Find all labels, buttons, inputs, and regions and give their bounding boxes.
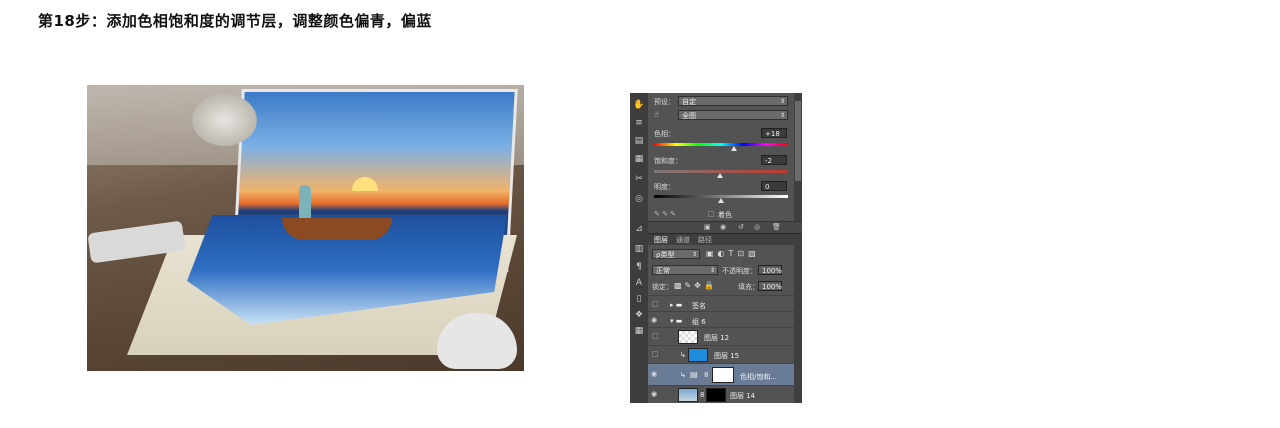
visibility-toggle[interactable] (652, 301, 658, 307)
chevron-down-icon: ⇕ (709, 267, 715, 274)
view-previous-icon[interactable]: ◉ (720, 223, 726, 231)
preset-dropdown[interactable]: 自定 ⇕ (678, 96, 788, 106)
clip-arrow-icon: ↳ (680, 351, 686, 359)
layer-row-hue-saturation[interactable]: ◉ ↳ ▤ 8 色相/饱和... (648, 363, 794, 385)
lightness-slider-knob[interactable] (718, 198, 724, 203)
properties-panel: 预设： 自定 ⇕ ☝ 全图 ⇕ 色相： +18 饱和度： -2 明度： 0 ✎ … (648, 93, 794, 231)
channel-value: 全图 (682, 112, 696, 120)
step-title: 第18步：添加色相饱和度的调节层，调整颜色偏青，偏蓝 (38, 12, 432, 30)
fill-label: 填充： (738, 283, 759, 291)
table-icon[interactable]: ▦ (633, 325, 645, 337)
filter-value: ρ类型 (656, 251, 675, 259)
preset-label: 预设： (654, 98, 675, 106)
adjustment-icon: ▤ (690, 370, 698, 379)
circle-icon[interactable]: ◎ (633, 193, 645, 205)
layer-name: 签名 (692, 302, 706, 310)
trash-icon[interactable]: 🗑 (772, 223, 781, 231)
preset-value: 自定 (682, 98, 696, 106)
layer-thumbnail (678, 388, 698, 402)
layers-panel: 图层 通道 路径 ρ类型 ⇕ ▣◐T⊡▧ 正常 ⇕ 不透明度： 100% 锁定：… (648, 233, 802, 403)
link-icon: 8 (700, 391, 705, 399)
channel-dropdown[interactable]: 全图 ⇕ (678, 110, 788, 120)
curves-icon[interactable]: ▦ (633, 153, 645, 165)
mask-thumbnail (712, 367, 734, 383)
eyedropper-icon[interactable]: ✎ ✎ ✎ (654, 210, 676, 218)
text-icon[interactable]: A (633, 277, 645, 289)
layer-name: 组 6 (692, 318, 706, 326)
visibility-icon[interactable]: ◎ (754, 223, 760, 231)
saturation-input[interactable]: -2 (761, 155, 787, 165)
lock-icons[interactable]: ▩✎✥🔒 (674, 281, 717, 290)
lock-label: 锁定： (652, 283, 673, 291)
scissors-icon[interactable]: ✂ (633, 173, 645, 185)
visibility-toggle[interactable] (652, 333, 658, 339)
chevron-down-icon: ⇕ (779, 112, 785, 119)
layer-name: 图层 14 (730, 392, 756, 400)
layer-row-layer14[interactable]: ◉ 8 图层 14 (648, 385, 794, 403)
tab-layers[interactable]: 图层 (654, 235, 668, 245)
fill-input[interactable]: 100% (758, 281, 782, 291)
colorize-checkbox[interactable] (708, 211, 714, 217)
scroll-thumb[interactable] (795, 101, 801, 181)
hue-slider-knob[interactable] (731, 146, 737, 151)
hand-adjust-icon[interactable]: ☝ (654, 110, 659, 119)
lightness-label: 明度： (654, 183, 675, 191)
folder-open-icon: ▾ ▬ (670, 317, 683, 325)
layers-tabs: 图层 通道 路径 (648, 234, 802, 245)
mask-thumbnail (706, 388, 726, 402)
computer-mouse (437, 313, 517, 369)
layer-name: 图层 15 (714, 352, 740, 360)
photoshop-panel: ✋ ≡ ▤ ▦ ✂ ◎ ⊿ ▥ ¶ A ▯ ❖ ▦ 预设： 自定 ⇕ ☝ 全图 … (630, 93, 802, 403)
character-icon[interactable]: ▯ (633, 293, 645, 305)
lightness-input[interactable]: 0 (761, 181, 787, 191)
hue-label: 色相： (654, 130, 675, 138)
hand-icon[interactable]: ✋ (633, 99, 645, 111)
link-icon: 8 (704, 371, 709, 379)
clip-icon[interactable]: ▣ (704, 223, 711, 231)
hue-slider-track[interactable] (654, 143, 788, 146)
colorize-label: 着色 (718, 211, 732, 219)
eye-icon[interactable]: ◉ (651, 371, 659, 378)
opacity-input[interactable]: 100% (758, 265, 782, 275)
chevron-down-icon: ⇕ (779, 98, 785, 105)
eye-icon[interactable]: ◉ (651, 317, 659, 324)
layers-scrollbar[interactable] (794, 245, 802, 403)
saturation-slider-knob[interactable] (717, 173, 723, 178)
grid-icon[interactable]: ▥ (633, 243, 645, 255)
properties-scrollbar[interactable] (794, 93, 802, 231)
layer-row-layer15[interactable]: ↳ 图层 15 (648, 345, 794, 363)
visibility-toggle[interactable] (652, 351, 658, 357)
reset-icon[interactable]: ↺ (738, 223, 744, 231)
filter-icons[interactable]: ▣◐T⊡▧ (706, 249, 760, 258)
layer-filter-dropdown[interactable]: ρ类型 ⇕ (652, 249, 700, 259)
clip-arrow-icon: ↳ (680, 371, 686, 379)
chevron-down-icon: ⇕ (691, 251, 697, 258)
side-toolbar: ✋ ≡ ▤ ▦ ✂ ◎ ⊿ ▥ ¶ A ▯ ❖ ▦ (630, 93, 649, 403)
tab-paths[interactable]: 路径 (698, 235, 712, 245)
folder-icon: ▸ ▬ (670, 301, 683, 309)
wooden-boat (282, 218, 392, 240)
seagull (187, 90, 262, 150)
styles-icon[interactable]: ❖ (633, 309, 645, 321)
blend-mode-value: 正常 (656, 267, 670, 275)
adjust-icon[interactable]: ≡ (633, 117, 645, 129)
layer-name: 图层 12 (704, 334, 730, 342)
layer-name: 色相/饱和... (740, 373, 778, 381)
blend-mode-dropdown[interactable]: 正常 ⇕ (652, 265, 718, 275)
hue-input[interactable]: +18 (761, 128, 787, 138)
layer-thumbnail (678, 330, 698, 344)
layer-thumbnail (688, 348, 708, 362)
levels-icon[interactable]: ▤ (633, 135, 645, 147)
layer-row-layer12[interactable]: 图层 12 (648, 327, 794, 345)
opacity-label: 不透明度： (722, 267, 757, 275)
measure-icon[interactable]: ⊿ (633, 223, 645, 235)
eye-icon[interactable]: ◉ (651, 391, 659, 398)
tab-channels[interactable]: 通道 (676, 235, 690, 245)
saturation-label: 饱和度： (654, 157, 682, 165)
composite-photo (87, 85, 524, 371)
paragraph-icon[interactable]: ¶ (633, 261, 645, 273)
